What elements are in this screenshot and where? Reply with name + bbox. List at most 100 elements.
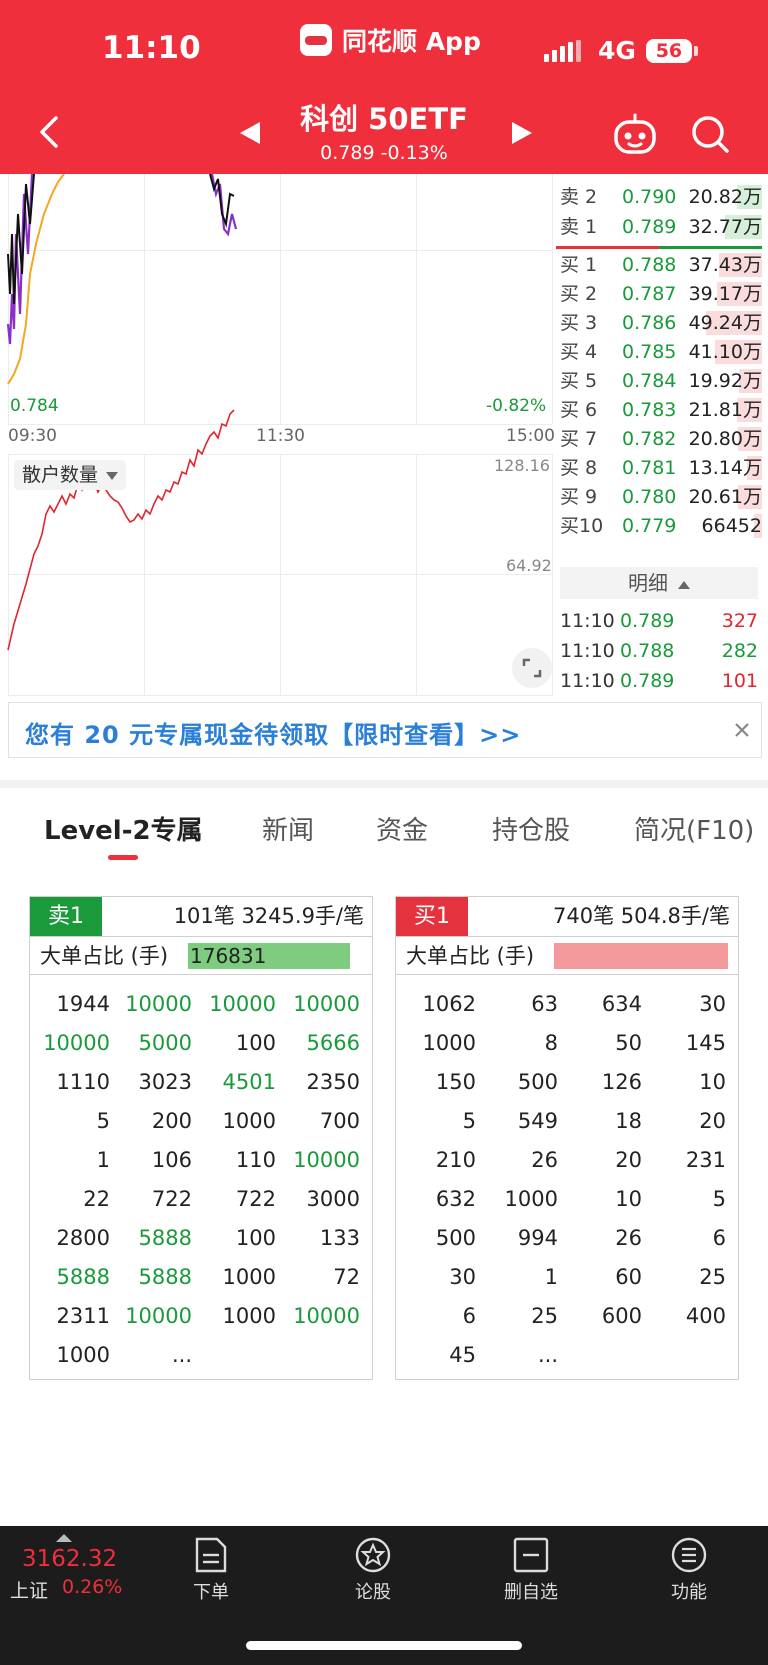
level2-sell-table: 卖1 101笔 3245.9手/笔 大单占比 (手) 176831 1944 10000 1…: [29, 896, 373, 1380]
ask-row-2[interactable]: 卖 2 0.790 20.82万: [556, 182, 762, 212]
order-size-cell: 634: [601, 992, 642, 1016]
order-size-cell: 26: [615, 1226, 642, 1250]
order-size-cell: 30: [449, 1265, 476, 1289]
ask-volume: 32.77万: [688, 216, 762, 238]
back-icon[interactable]: [30, 112, 70, 152]
bid-row[interactable]: 买 4 0.785 41.10万: [556, 337, 762, 367]
close-icon[interactable]: [727, 715, 757, 745]
index-name: 上证: [10, 1580, 49, 1602]
order-size-cell: 110: [235, 1148, 276, 1172]
nav-label: 删自选: [504, 1582, 558, 1603]
bottom-toolbar: 3162.32 上证 0.26% 下单 论股 删自选 功能: [0, 1526, 768, 1665]
tab-level2[interactable]: Level-2专属: [44, 810, 203, 847]
ratio-bar-fill: [554, 943, 728, 969]
tab-news[interactable]: 新闻: [262, 810, 314, 847]
level2-summary: 740笔 504.8手/笔: [553, 904, 730, 928]
tick-detail-toggle[interactable]: 明细: [560, 567, 758, 599]
chevron-up-icon: [56, 1534, 72, 1542]
intraday-chart[interactable]: 0.784 -0.82% 09:30 11:30 15:00 128.16 64…: [0, 174, 560, 696]
bid-row[interactable]: 买 2 0.787 39.17万: [556, 279, 762, 309]
order-size-cell: 5888: [138, 1226, 192, 1250]
bid-volume: 20.61万: [688, 486, 762, 508]
tab-profile-f10[interactable]: 简况(F10): [634, 810, 754, 847]
indicator-dropdown[interactable]: 散户数量: [14, 460, 127, 490]
order-size-cell: 10000: [43, 1031, 110, 1055]
bid-volume: 49.24万: [688, 312, 762, 334]
bid-price: 0.784: [622, 370, 677, 392]
index-pct: 0.26%: [62, 1576, 123, 1598]
tick-volume: 327: [721, 610, 758, 632]
next-stock-icon[interactable]: [510, 120, 534, 146]
bid-volume: 66452: [701, 515, 762, 537]
bid-volume: 41.10万: [688, 341, 762, 363]
tab-funds[interactable]: 资金: [376, 810, 428, 847]
tick-row: 11:10 0.789 101: [560, 666, 758, 696]
order-size-cell: 549: [517, 1109, 558, 1133]
nav-functions-button[interactable]: 功能: [634, 1536, 744, 1604]
order-size-cell: 150: [435, 1070, 476, 1094]
app-root: 11:10 同花顺 App 4G 56 科创 50ETF 0.789 -0.13…: [0, 0, 768, 1665]
ratio-value: 176831: [190, 944, 267, 968]
order-size-cell: 18: [615, 1109, 642, 1133]
bid-row[interactable]: 买 5 0.784 19.92万: [556, 366, 762, 396]
nav-remove-watchlist-button[interactable]: 删自选: [476, 1536, 586, 1604]
order-size-cell: 1062: [422, 992, 476, 1016]
bid-volume: 37.43万: [688, 254, 762, 276]
nav-discuss-button[interactable]: 论股: [318, 1536, 428, 1604]
order-size-cell: 994: [517, 1226, 558, 1250]
retail-count-line: [7, 409, 235, 651]
order-size-cell: 2350: [306, 1070, 360, 1094]
nav-order-button[interactable]: 下单: [156, 1536, 266, 1604]
promo-banner[interactable]: 您有 20 元专属现金待领取【限时查看】>>: [8, 702, 762, 758]
bid-price: 0.780: [622, 486, 677, 508]
signal-icon: [544, 39, 584, 62]
tick-volume: 282: [721, 640, 758, 662]
price-line-purple: [6, 174, 238, 345]
bid-volume: 19.92万: [688, 370, 762, 392]
order-size-cell: 10000: [293, 1148, 360, 1172]
book-divider: [556, 246, 762, 249]
ask-row-1[interactable]: 卖 1 0.789 32.77万: [556, 212, 762, 242]
order-size-cell: 5000: [138, 1031, 192, 1055]
order-size-cell: 63: [531, 992, 558, 1016]
order-size-cell: 10000: [125, 992, 192, 1016]
order-size-cell: 1000: [422, 1031, 476, 1055]
chevron-down-icon: [106, 471, 119, 480]
bid-price: 0.783: [622, 399, 677, 421]
order-size-cell: 1000: [222, 1265, 276, 1289]
ask-label: 卖 2: [560, 186, 598, 208]
order-size-cell: 722: [235, 1187, 276, 1211]
bid-row[interactable]: 买 7 0.782 20.80万: [556, 424, 762, 454]
tab-holdings[interactable]: 持仓股: [492, 810, 570, 847]
order-size-cell: 3000: [306, 1187, 360, 1211]
tick-price: 0.789: [620, 670, 675, 692]
order-size-cell: 3023: [138, 1070, 192, 1094]
bid-row[interactable]: 买 8 0.781 13.14万: [556, 453, 762, 483]
order-size-cell: 231: [685, 1148, 726, 1172]
ratio-label: 大单占比 (手): [40, 944, 169, 968]
search-icon[interactable]: [690, 114, 730, 154]
order-size-cell: 200: [151, 1109, 192, 1133]
bid-row[interactable]: 买 1 0.788 37.43万: [556, 250, 762, 280]
pct-low-label: -0.82%: [486, 396, 547, 416]
index-value: 3162.32: [22, 1546, 118, 1572]
order-size-cell: 1944: [56, 992, 110, 1016]
order-size-cell: 1: [96, 1148, 110, 1172]
home-indicator[interactable]: [246, 1641, 522, 1650]
prev-stock-icon[interactable]: [238, 120, 262, 146]
order-size-cell: 210: [435, 1148, 476, 1172]
bid-volume: 21.81万: [688, 399, 762, 421]
tick-price: 0.788: [620, 640, 675, 662]
expand-icon[interactable]: [512, 648, 552, 688]
robot-assistant-icon[interactable]: [612, 112, 658, 156]
bid-row[interactable]: 买 3 0.786 49.24万: [556, 308, 762, 338]
order-size-cell: 20: [615, 1148, 642, 1172]
ask-price: 0.789: [622, 216, 677, 238]
status-time: 11:10: [102, 30, 201, 66]
bid-row[interactable]: 买 6 0.783 21.81万: [556, 395, 762, 425]
status-right: 4G 56: [544, 36, 698, 65]
bid-row[interactable]: 买10 0.779 66452: [556, 511, 762, 541]
bid-price: 0.786: [622, 312, 677, 334]
order-size-cell: 72: [333, 1265, 360, 1289]
bid-row[interactable]: 买 9 0.780 20.61万: [556, 482, 762, 512]
